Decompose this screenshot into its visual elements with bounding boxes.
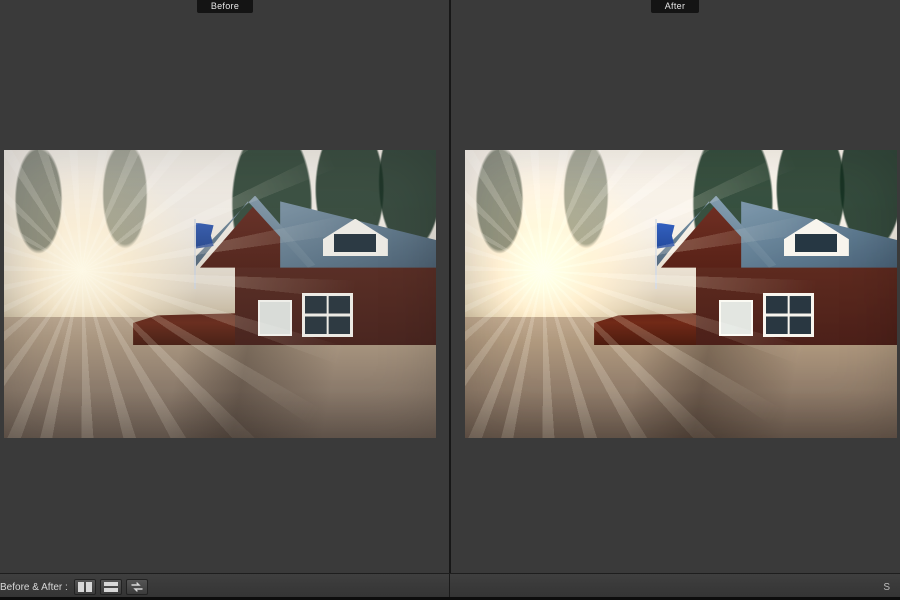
before-after-button-group (74, 579, 148, 595)
swap-icon (130, 582, 144, 592)
soft-proofing-indicator[interactable]: S (883, 582, 890, 593)
before-pane[interactable] (0, 14, 450, 573)
before-after-side-by-side-button[interactable] (74, 579, 96, 595)
after-pane[interactable] (450, 14, 900, 573)
compare-header-right: After (450, 0, 900, 14)
top-bottom-icon (104, 582, 118, 592)
before-image[interactable] (4, 150, 436, 438)
before-after-toolbar-label: Before & After : (0, 582, 68, 593)
side-by-side-icon (78, 582, 92, 592)
after-image[interactable] (465, 150, 897, 438)
bottom-toolbar: Before & After : (0, 573, 900, 600)
after-label: After (651, 0, 700, 13)
before-after-top-bottom-button[interactable] (100, 579, 122, 595)
compare-previews (0, 14, 900, 573)
before-after-swap-button[interactable] (126, 579, 148, 595)
compare-header-left: Before (0, 0, 450, 14)
before-label: Before (197, 0, 253, 13)
